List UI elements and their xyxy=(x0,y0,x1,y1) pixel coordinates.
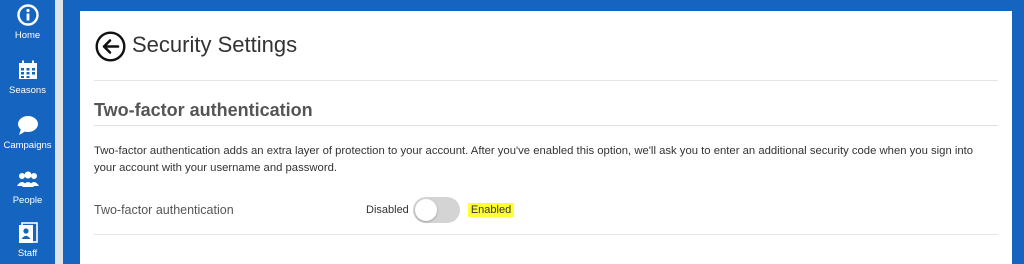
back-button[interactable] xyxy=(95,31,126,62)
divider xyxy=(94,80,998,81)
sidebar: Home Seasons Campaigns People Staff xyxy=(0,0,55,264)
chat-bubble-icon xyxy=(17,114,39,136)
sidebar-item-label: Home xyxy=(14,30,41,41)
sidebar-item-label: Seasons xyxy=(9,85,46,96)
page-title: Security Settings xyxy=(132,32,298,57)
sidebar-item-people[interactable]: People xyxy=(0,169,55,224)
sidebar-item-label: People xyxy=(12,195,43,206)
divider xyxy=(94,125,998,126)
toggle-knob xyxy=(414,199,437,221)
calendar-icon xyxy=(17,59,39,81)
section-title: Two-factor authentication xyxy=(94,100,313,120)
section-description: Two-factor authentication adds an extra … xyxy=(94,145,974,174)
sidebar-divider xyxy=(55,0,63,264)
staff-icon xyxy=(17,222,39,244)
sidebar-item-home[interactable]: Home xyxy=(0,4,55,59)
settings-panel: Security Settings Two-factor authenticat… xyxy=(80,11,1012,264)
sidebar-item-seasons[interactable]: Seasons xyxy=(0,59,55,114)
sidebar-item-staff[interactable]: Staff xyxy=(0,222,55,264)
divider xyxy=(94,234,998,235)
back-arrow-icon xyxy=(95,31,126,66)
setting-label: Two-factor authentication xyxy=(94,203,234,217)
two-factor-toggle[interactable] xyxy=(412,197,460,223)
home-icon xyxy=(16,4,39,26)
toggle-on-label: Enabled xyxy=(467,203,515,217)
sidebar-item-label: Campaigns xyxy=(3,140,52,151)
sidebar-item-label: Staff xyxy=(17,248,38,259)
two-factor-toggle-group: Disabled Enabled xyxy=(366,196,515,224)
people-icon xyxy=(16,169,39,191)
sidebar-item-campaigns[interactable]: Campaigns xyxy=(0,114,55,169)
toggle-off-label: Disabled xyxy=(366,204,409,216)
